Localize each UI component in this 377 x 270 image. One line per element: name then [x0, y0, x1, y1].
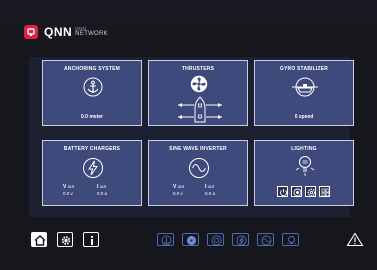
inverter-voltage-value: 0.0	[173, 190, 180, 196]
spot-icon	[293, 188, 302, 197]
thrusters-title: THRUSTERS	[181, 66, 215, 72]
lightning-icon	[83, 158, 103, 178]
battery-chargers-card[interactable]: BATTERY CHARGERS V out 0.0 v I out 0.0 a	[42, 140, 142, 206]
fan-icon	[186, 235, 197, 246]
sine-wave-icon	[189, 158, 209, 178]
battery-voltage-value: 0.0	[63, 190, 70, 196]
anchor-icon	[161, 235, 172, 246]
info-icon	[91, 236, 93, 245]
inverter-voltage-label: V	[173, 184, 177, 190]
shortcut-anchoring-button[interactable]	[157, 233, 174, 246]
battery-chargers-title: BATTERY CHARGERS	[63, 146, 121, 152]
gyro-stabilizer-card[interactable]: GYRO STABILIZER 0 speed	[254, 60, 354, 126]
light-settings-button[interactable]	[305, 186, 316, 197]
anchoring-system-title: ANCHORING SYSTEM	[64, 66, 120, 72]
battery-voltage-label: V	[63, 184, 67, 190]
battery-current-readout: I out 0.0 a	[97, 184, 107, 196]
alarm-button[interactable]	[346, 232, 364, 247]
light-power-button[interactable]	[277, 186, 288, 197]
anchoring-system-card[interactable]: ANCHORING SYSTEM 0.0 meter	[42, 60, 142, 126]
inverter-current-readout: I out 0.0 a	[205, 184, 215, 196]
battery-current-value: 0.0	[97, 190, 104, 196]
home-button[interactable]	[31, 232, 47, 247]
light-spot-button[interactable]	[291, 186, 302, 197]
boat-thrust-icon	[178, 96, 222, 123]
inverter-current-value: 0.0	[205, 190, 212, 196]
fan-icon	[190, 75, 208, 93]
settings-button[interactable]	[57, 232, 73, 247]
battery-current-unit: out	[99, 184, 106, 189]
inverter-voltage-unit: out	[177, 184, 184, 189]
inverter-current-suffix: a	[212, 190, 216, 196]
light-grid-button[interactable]	[319, 186, 330, 197]
warning-icon	[346, 232, 364, 247]
inverter-current-unit: out	[207, 184, 214, 189]
inverter-voltage-suffix: v	[180, 190, 183, 196]
bulb-icon	[295, 156, 315, 176]
lightning-icon	[236, 235, 247, 246]
anchor-icon	[83, 77, 103, 97]
battery-current-suffix: a	[104, 190, 108, 196]
inverter-current-label: I	[205, 184, 207, 190]
bulb-icon	[286, 236, 297, 245]
brand-subtitle: QNN NETWORK	[75, 26, 108, 38]
grid-icon	[321, 188, 330, 197]
anchoring-value: 0.0 meter	[81, 114, 103, 120]
battery-voltage-suffix: v	[70, 190, 73, 196]
shortcut-thrusters-button[interactable]	[182, 233, 199, 246]
gyro-icon	[211, 235, 222, 246]
brand-name: QNN	[44, 25, 73, 39]
shortcut-lighting-button[interactable]	[282, 233, 299, 246]
settings-icon	[61, 236, 71, 245]
shortcut-battery-button[interactable]	[232, 233, 249, 246]
power-icon	[280, 189, 287, 197]
shortcut-gyro-button[interactable]	[207, 233, 224, 246]
battery-current-label: I	[97, 184, 99, 190]
home-icon	[34, 235, 46, 246]
thrusters-card[interactable]: THRUSTERS	[148, 60, 248, 126]
shortcut-inverter-button[interactable]	[257, 233, 274, 246]
lighting-title: LIGHTING	[291, 146, 317, 152]
battery-voltage-unit: out	[67, 184, 74, 189]
qnn-logo-icon	[24, 25, 38, 39]
gear-icon	[307, 188, 316, 197]
gyro-stabilizer-title: GYRO STABILIZER	[279, 66, 329, 72]
inverter-voltage-readout: V out 0.0 v	[173, 184, 184, 196]
lighting-card[interactable]: LIGHTING	[254, 140, 354, 206]
sine-wave-inverter-card[interactable]: SINE WAVE INVERTER V out 0.0 v I out 0.0…	[148, 140, 248, 206]
sine-wave-icon	[261, 235, 272, 246]
brand-subtitle-bottom: NETWORK	[75, 31, 108, 37]
sine-wave-inverter-title: SINE WAVE INVERTER	[169, 146, 227, 152]
battery-voltage-readout: V out 0.0 v	[63, 184, 74, 196]
gyro-value: 0 speed	[294, 114, 314, 120]
info-button[interactable]	[83, 232, 99, 247]
gyro-icon	[292, 77, 318, 97]
brand-logo: QNN QNN NETWORK	[24, 24, 108, 40]
top-bar: QNN QNN NETWORK	[0, 0, 377, 58]
